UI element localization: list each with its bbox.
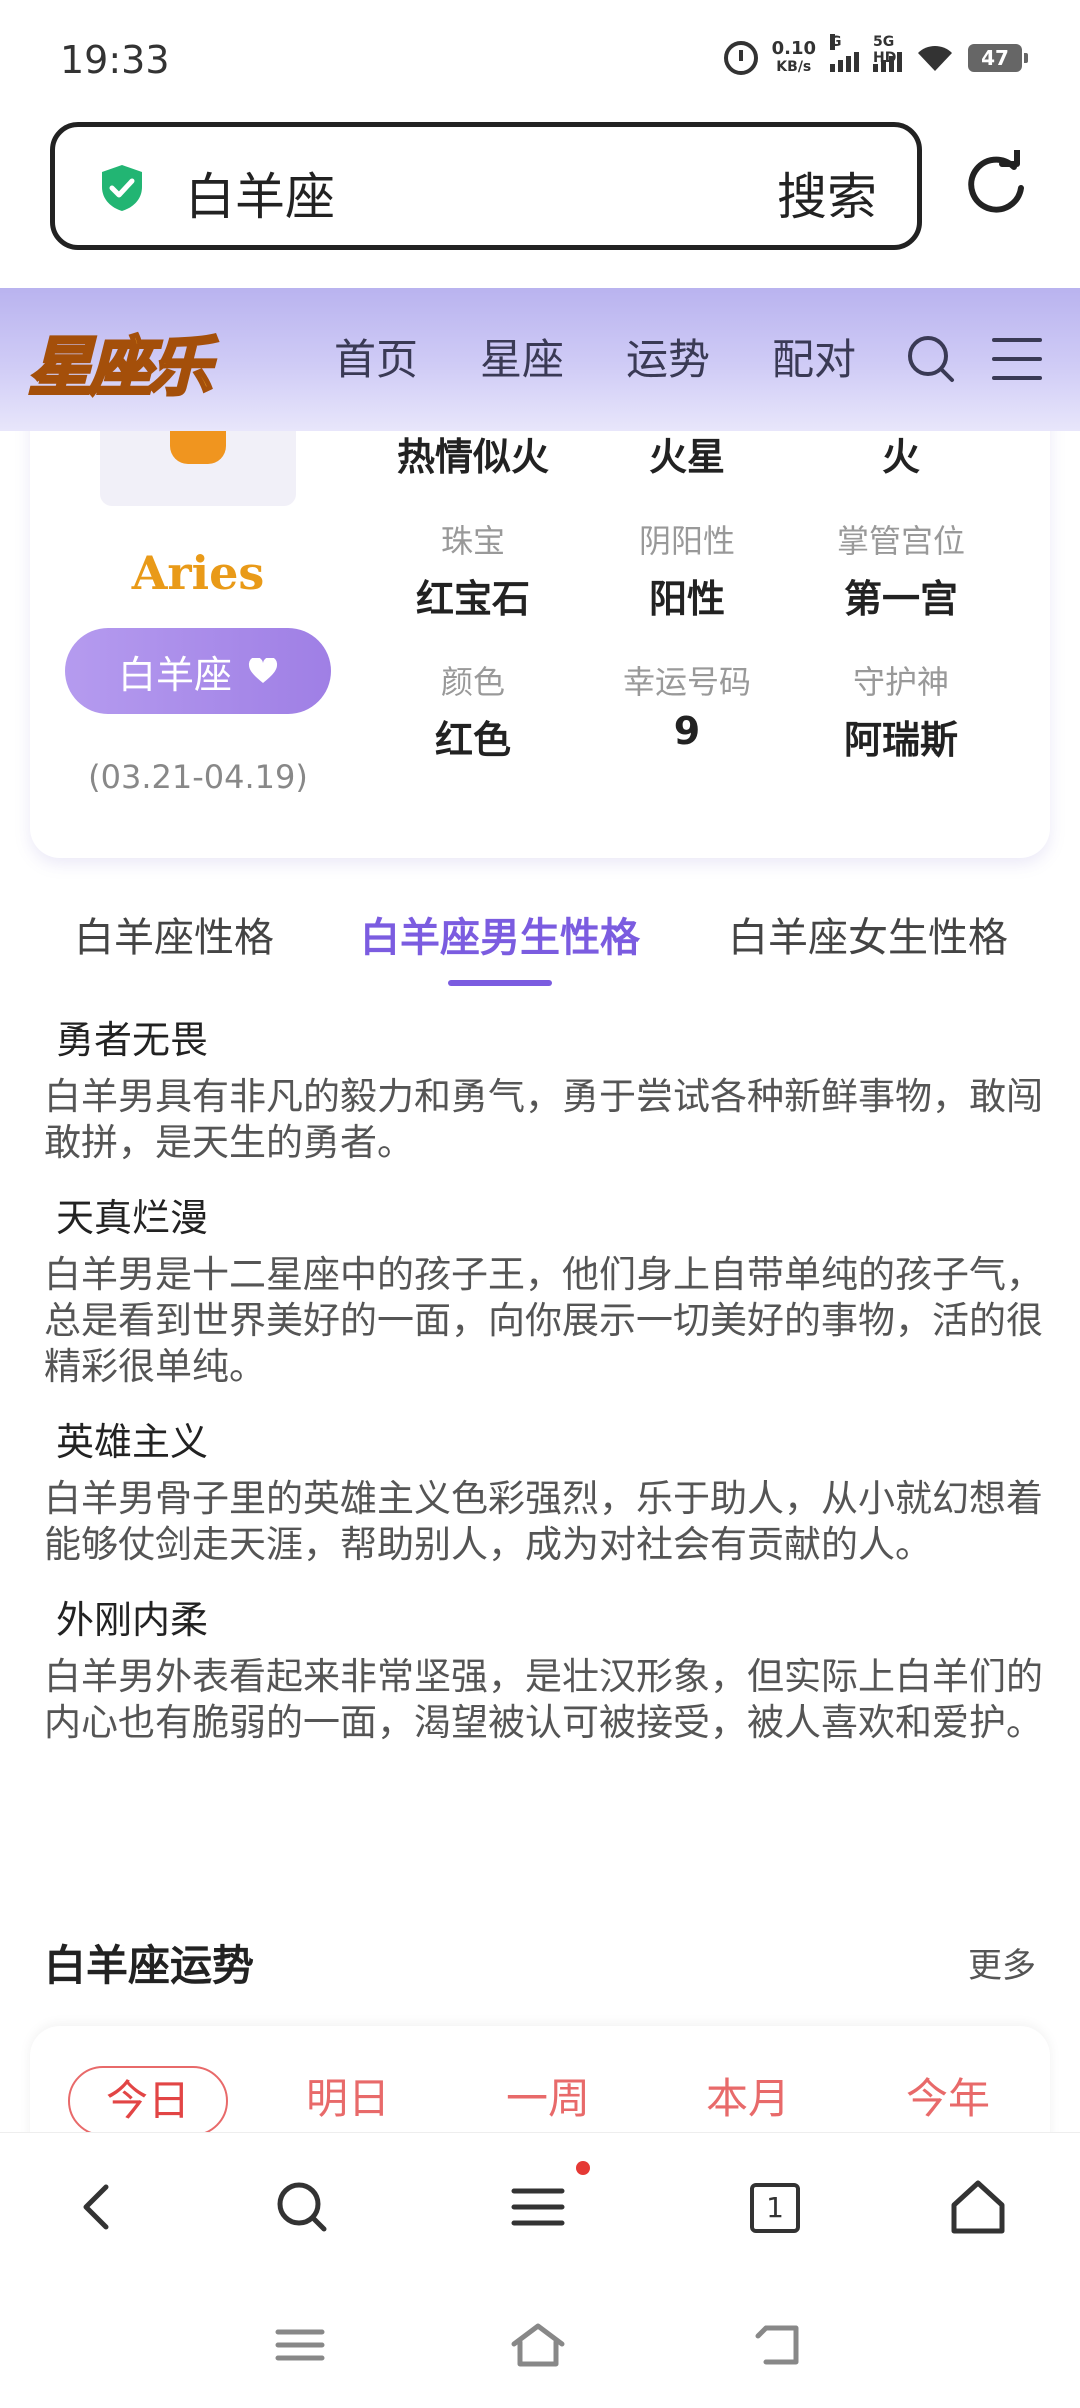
attribute-label: 珠宝 xyxy=(440,522,505,560)
trait-title: 天真烂漫 xyxy=(44,1188,221,1248)
status-time: 19:33 xyxy=(60,38,170,82)
attribute-label: 掌管宫位 xyxy=(836,522,965,560)
attribute-value: 红色 xyxy=(434,718,511,762)
trait-list: 勇者无畏 白羊男具有非凡的毅力和勇气，勇于尝试各种新鲜事物，敢闯敢拼，是天生的勇… xyxy=(44,1010,1044,1768)
site-header: 星座乐 首页 星座 运势 配对 xyxy=(0,288,1080,431)
attribute-house: 掌管宫位 第一宫 xyxy=(794,516,1008,623)
attribute-guardian: 守护神 阿瑞斯 xyxy=(794,657,1008,764)
search-button[interactable]: 搜索 xyxy=(777,157,877,229)
trait-title: 勇者无畏 xyxy=(44,1010,221,1070)
trait-description: 白羊男是十二星座中的孩子王，他们身上自带单纯的孩子气，总是看到世界美好的一面，向… xyxy=(44,1253,1043,1388)
reload-icon[interactable] xyxy=(962,150,1032,220)
search-icon[interactable] xyxy=(272,2177,332,2237)
wifi-icon xyxy=(918,45,952,71)
attribute-value: 阳性 xyxy=(648,577,725,621)
nav-item-match[interactable]: 配对 xyxy=(772,326,856,387)
sim2-label: 5G HD xyxy=(873,34,897,66)
attribute-top-value: 热情似火 xyxy=(396,435,549,479)
trait-item: 勇者无畏 白羊男具有非凡的毅力和勇气，勇于尝试各种新鲜事物，敢闯敢拼，是天生的勇… xyxy=(44,1010,1044,1166)
nav-item-fortune[interactable]: 运势 xyxy=(626,326,710,387)
attribute-label: 守护神 xyxy=(852,663,949,701)
trait-title: 英雄主义 xyxy=(44,1412,221,1472)
fortune-tab-today[interactable]: 今日 xyxy=(68,2066,228,2136)
menu-icon[interactable] xyxy=(992,338,1042,380)
personality-tabs: 白羊座性格 白羊座男生性格 白羊座女生性格 xyxy=(0,905,1080,986)
attribute-color: 颜色 红色 xyxy=(366,657,580,764)
fortune-tab-year[interactable]: 今年 xyxy=(868,2066,1028,2136)
search-input[interactable]: 白羊座 xyxy=(185,157,335,229)
status-icons: 0.10 KB/s G 5G HD 47 xyxy=(723,34,1028,76)
nav-item-home[interactable]: 首页 xyxy=(334,326,418,387)
trait-description: 白羊男骨子里的英雄主义色彩强烈，乐于助人，从小就幻想着能够仗剑走天涯，帮助别人，… xyxy=(44,1477,1043,1566)
fortune-tab-month[interactable]: 本月 xyxy=(668,2066,828,2136)
tab-male-personality[interactable]: 白羊座男生性格 xyxy=(360,905,640,963)
signal-icon-sim2: 5G HD xyxy=(873,34,902,72)
system-back-icon[interactable] xyxy=(752,2320,808,2370)
menu-icon[interactable] xyxy=(508,2177,568,2237)
attribute-top-row: 热情似火 火星 火 xyxy=(366,426,1050,481)
notification-dot xyxy=(576,2161,590,2175)
net-speed-value: 0.10 xyxy=(771,38,816,59)
browser-toolbar: 1 xyxy=(0,2132,1080,2282)
tab-female-personality[interactable]: 白羊座女生性格 xyxy=(728,905,1008,963)
search-bar[interactable]: 白羊座 搜索 xyxy=(50,122,922,250)
trait-description: 白羊男外表看起来非常坚强，是壮汉形象，但实际上白羊们的内心也有脆弱的一面，渴望被… xyxy=(44,1655,1043,1744)
attribute-lucky-number: 幸运号码 9 xyxy=(580,657,794,764)
sign-info-card: Aries 白羊座 (03.21-04.19) 热情似火 火星 火 珠宝 红宝石… xyxy=(30,380,1050,858)
attribute-value: 第一宫 xyxy=(843,577,958,621)
tab-switcher-button[interactable]: 1 xyxy=(750,2183,800,2233)
net-speed-unit: KB/s xyxy=(776,59,812,75)
heart-icon xyxy=(248,658,278,683)
attribute-label: 幸运号码 xyxy=(622,663,751,701)
back-icon[interactable] xyxy=(70,2177,130,2237)
attribute-label: 颜色 xyxy=(440,663,505,701)
fortune-tab-week[interactable]: 一周 xyxy=(468,2066,628,2136)
site-logo[interactable]: 星座乐 xyxy=(27,316,214,408)
trait-description: 白羊男具有非凡的毅力和勇气，勇于尝试各种新鲜事物，敢闯敢拼，是天生的勇者。 xyxy=(44,1075,1043,1164)
tab-personality[interactable]: 白羊座性格 xyxy=(74,905,274,963)
attribute-top-value: 火 xyxy=(881,435,920,479)
attribute-polarity: 阴阳性 阳性 xyxy=(580,516,794,623)
attribute-jewel: 珠宝 红宝石 xyxy=(366,516,580,623)
sign-date-range: (03.21-04.19) xyxy=(88,758,308,796)
attribute-grid: 珠宝 红宝石 阴阳性 阳性 掌管宫位 第一宫 颜色 红色 幸运号码 9 守护神 … xyxy=(366,516,1050,764)
sign-english-name: Aries xyxy=(131,546,265,600)
system-nav-bar xyxy=(0,2282,1080,2408)
battery-icon: 47 xyxy=(968,44,1028,72)
recent-apps-icon[interactable] xyxy=(272,2320,328,2370)
sign-selector[interactable]: 白羊座 xyxy=(65,628,331,714)
nav-item-signs[interactable]: 星座 xyxy=(480,326,564,387)
sim1-label: G xyxy=(830,34,842,50)
fortune-more-link[interactable]: 更多 xyxy=(968,1938,1036,1987)
trait-item: 天真烂漫 白羊男是十二星座中的孩子王，他们身上自带单纯的孩子气，总是看到世界美好… xyxy=(44,1188,1044,1390)
sign-selector-label: 白羊座 xyxy=(117,652,232,697)
fortune-card: 今日 明日 一周 本月 今年 xyxy=(30,2026,1050,2146)
status-bar: 19:33 0.10 KB/s G 5G HD 47 xyxy=(0,0,1080,118)
attribute-label: 阴阳性 xyxy=(638,522,735,560)
trait-title: 外刚内柔 xyxy=(44,1590,221,1650)
fortune-period-tabs: 今日 明日 一周 本月 今年 xyxy=(68,2066,1028,2136)
fortune-tab-tomorrow[interactable]: 明日 xyxy=(268,2066,428,2136)
signal-icon-sim1: G xyxy=(830,34,859,72)
net-speed: 0.10 KB/s xyxy=(772,40,816,76)
shield-icon xyxy=(102,165,142,211)
site-nav: 首页 星座 运势 配对 xyxy=(334,326,856,387)
attribute-value: 9 xyxy=(673,709,701,753)
attribute-top-value: 火星 xyxy=(648,435,725,479)
attribute-value: 阿瑞斯 xyxy=(843,718,958,762)
trait-item: 英雄主义 白羊男骨子里的英雄主义色彩强烈，乐于助人，从小就幻想着能够仗剑走天涯，… xyxy=(44,1412,1044,1568)
fortune-section-title: 白羊座运势 xyxy=(44,1941,255,1990)
home-icon[interactable] xyxy=(948,2177,1008,2237)
alarm-icon xyxy=(723,41,758,75)
search-icon[interactable] xyxy=(906,334,956,384)
active-tab-indicator xyxy=(448,980,552,986)
system-home-icon[interactable] xyxy=(510,2320,566,2370)
trait-item: 外刚内柔 白羊男外表看起来非常坚强，是壮汉形象，但实际上白羊们的内心也有脆弱的一… xyxy=(44,1590,1044,1746)
attribute-value: 红宝石 xyxy=(415,577,530,621)
